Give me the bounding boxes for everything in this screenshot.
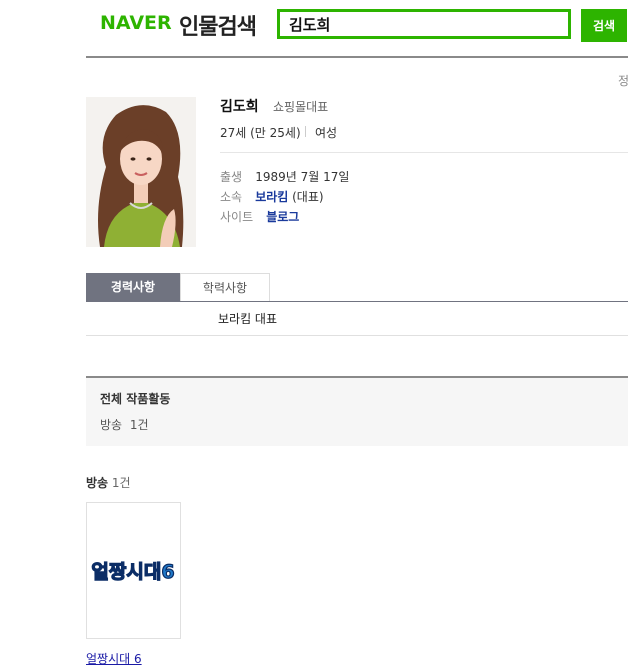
career-item: 보라킴 대표 — [218, 312, 278, 326]
broadcast-label: 방송 — [86, 476, 109, 490]
tab-underline — [86, 301, 628, 302]
birth-label: 출생 — [220, 170, 243, 184]
birth-value: 1989년 7월 17일 — [255, 170, 350, 184]
works-summary-number: 1건 — [129, 418, 149, 432]
works-summary-count[interactable]: 방송 1건 — [100, 416, 149, 433]
person-age: 27세 (만 25세) — [220, 126, 301, 140]
tab-education[interactable]: 학력사항 — [180, 273, 270, 301]
detail-row-affiliation: 소속 보라킴 (대표) — [220, 186, 324, 205]
broadcast-title-link[interactable]: 얼짱시대 6 — [86, 650, 142, 667]
affiliation-link[interactable]: 보라킴 — [255, 190, 288, 204]
tab-career[interactable]: 경력사항 — [86, 273, 180, 301]
broadcast-count: 1건 — [111, 476, 131, 490]
works-summary-label: 방송 — [100, 418, 123, 432]
profile-divider — [220, 152, 628, 153]
blog-link[interactable]: 블로그 — [266, 210, 299, 224]
detail-row-site: 사이트 블로그 — [220, 206, 299, 225]
search-box — [277, 9, 571, 39]
affiliation-label: 소속 — [220, 190, 243, 204]
service-title[interactable]: 인물검색 — [179, 9, 257, 41]
search-input[interactable] — [289, 12, 559, 36]
naver-logo[interactable]: NAVER — [100, 12, 172, 34]
affiliation-suffix: (대표) — [288, 190, 324, 204]
header-divider — [86, 56, 628, 58]
career-divider — [86, 335, 628, 336]
detail-row-birth: 출생 1989년 7월 17일 — [220, 166, 349, 185]
person-name: 김도희 — [220, 99, 259, 115]
site-label: 사이트 — [220, 210, 254, 224]
person-job: 쇼핑몰대표 — [273, 100, 329, 114]
profile-photo-image — [86, 97, 196, 247]
show-logo-text: 얼짱시대6 — [91, 561, 174, 583]
person-gender: 여성 — [315, 126, 338, 140]
info-separator — [305, 126, 306, 137]
corner-text: 정 — [618, 74, 628, 88]
profile-photo — [86, 97, 196, 247]
works-summary-title: 전체 작품활동 — [100, 392, 171, 406]
show-logo-image: 얼짱시대6 — [89, 555, 178, 585]
works-summary-box — [86, 376, 628, 446]
broadcast-thumbnail[interactable]: 얼짱시대6 — [86, 502, 181, 639]
broadcast-heading: 방송 1건 — [86, 474, 131, 491]
search-button[interactable]: 검색 — [581, 9, 627, 42]
